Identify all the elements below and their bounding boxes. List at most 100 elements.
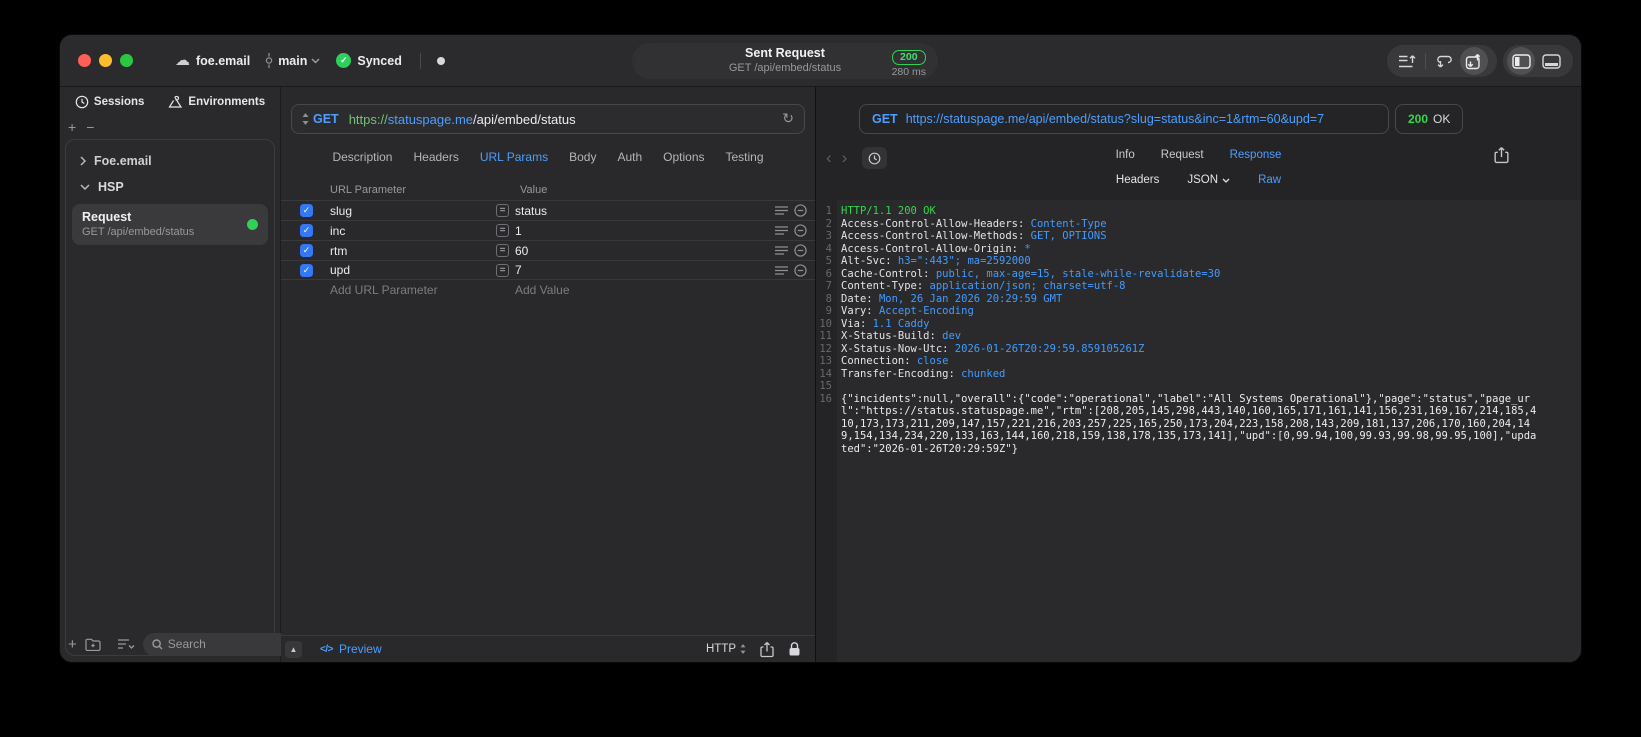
param-checkbox[interactable]: ✓: [300, 224, 313, 237]
tab-auth[interactable]: Auth: [617, 150, 642, 164]
request-footer: ▲ </> Preview HTTP: [281, 635, 815, 662]
list-arrow-up-icon: [1398, 54, 1415, 67]
minimize-button[interactable]: [99, 54, 112, 67]
tab-request[interactable]: Request: [1161, 149, 1204, 161]
add-session-button[interactable]: +: [68, 119, 76, 135]
close-button[interactable]: [78, 54, 91, 67]
toggle-sidebar-button[interactable]: [1507, 47, 1535, 75]
protocol-selector[interactable]: HTTP: [706, 643, 746, 655]
tab-url-params[interactable]: URL Params: [480, 150, 548, 164]
desktop: ☁ foe.email main ✓ Synced Sent Request G…: [0, 0, 1641, 737]
remove-row-icon[interactable]: [794, 224, 807, 237]
subtab-headers[interactable]: Headers: [1116, 174, 1159, 186]
response-status-text: OK: [1433, 112, 1451, 126]
row-menu-icon[interactable]: [775, 226, 788, 235]
param-row[interactable]: ✓ slug = status: [281, 200, 815, 220]
loop-arrow-down-icon: [1436, 55, 1452, 68]
request-url[interactable]: https://statuspage.me/api/embed/status: [349, 112, 576, 127]
status-code-badge: 200: [892, 50, 926, 65]
share-button[interactable]: [760, 641, 774, 658]
tab-environments[interactable]: Environments: [168, 95, 265, 109]
send-request-button[interactable]: [1460, 47, 1488, 75]
response-line: 7 Content-Type: application/json; charset…: [816, 280, 1581, 293]
project-name[interactable]: foe.email: [196, 54, 250, 68]
tab-headers[interactable]: Headers: [413, 150, 458, 164]
app-window: ☁ foe.email main ✓ Synced Sent Request G…: [60, 35, 1581, 662]
resend-icon[interactable]: ↻: [782, 111, 794, 127]
remove-row-icon[interactable]: [794, 204, 807, 217]
up-down-stepper-icon: [740, 644, 746, 654]
param-name[interactable]: inc: [330, 224, 345, 238]
param-checkbox[interactable]: ✓: [300, 263, 313, 277]
remove-row-icon[interactable]: [794, 263, 807, 277]
request-duration: 280 ms: [891, 66, 926, 78]
sync-status[interactable]: ✓ Synced: [336, 53, 402, 68]
subtab-json[interactable]: JSON: [1187, 174, 1230, 186]
search-icon: [152, 638, 163, 649]
collapse-panel-button[interactable]: ▲: [285, 640, 302, 658]
sidebar-request-item[interactable]: Request GET /api/embed/status: [72, 204, 268, 245]
param-value[interactable]: 1: [515, 224, 522, 238]
toggle-bottom-panel-button[interactable]: [1537, 47, 1565, 75]
zoom-button[interactable]: [120, 54, 133, 67]
sync-pull-button[interactable]: [1430, 47, 1458, 75]
branch-selector[interactable]: main: [264, 53, 320, 68]
param-value[interactable]: 7: [515, 263, 522, 277]
param-name[interactable]: upd: [330, 263, 350, 277]
remove-session-button[interactable]: −: [86, 119, 94, 135]
sessions-tree: Foe.email HSP Request GET /api/embed/sta…: [66, 148, 274, 245]
sort-filter-button[interactable]: [117, 638, 135, 650]
response-line: 1 HTTP/1.1 200 OK: [816, 205, 1581, 218]
line-number: 16: [819, 392, 832, 405]
new-group-button[interactable]: [85, 638, 101, 651]
tree-group-hsp[interactable]: HSP: [66, 174, 274, 200]
row-menu-icon[interactable]: [775, 246, 788, 255]
response-line: 12 X-Status-Now-Utc: 2026-01-26T20:29:59.…: [816, 343, 1581, 356]
param-name[interactable]: slug: [330, 204, 352, 218]
request-summary-pill[interactable]: Sent Request GET /api/embed/status 200 2…: [632, 43, 938, 79]
preview-button[interactable]: </> Preview: [320, 642, 382, 656]
param-row[interactable]: ✓ inc = 1: [281, 220, 815, 240]
url-params-table: URL Parameter Value ✓ slug = status ✓ in…: [281, 180, 815, 300]
tree-group-foe-email[interactable]: Foe.email: [66, 148, 274, 174]
tab-body[interactable]: Body: [569, 150, 596, 164]
request-url-bar[interactable]: GET https://statuspage.me/api/embed/stat…: [291, 104, 805, 134]
subtab-raw[interactable]: Raw: [1258, 174, 1281, 186]
export-button[interactable]: [1494, 146, 1509, 164]
sent-url: https://statuspage.me/api/embed/status?s…: [905, 112, 1325, 126]
request-queue-button[interactable]: [1393, 47, 1421, 75]
response-raw-view[interactable]: 1 HTTP/1.1 200 OK 2 Access-Control-Allow-He…: [816, 200, 1581, 662]
new-request-button[interactable]: +: [68, 636, 77, 653]
tab-description[interactable]: Description: [332, 150, 392, 164]
response-line: 9 Vary: Accept-Encoding: [816, 305, 1581, 318]
response-line: 2 Access-Control-Allow-Headers: Content-T…: [816, 218, 1581, 231]
lock-button[interactable]: [788, 641, 801, 657]
add-parameter-placeholder[interactable]: Add URL Parameter: [330, 283, 438, 297]
param-checkbox[interactable]: ✓: [300, 204, 313, 217]
sent-request-url-box[interactable]: GET https://statuspage.me/api/embed/stat…: [859, 104, 1389, 134]
param-name[interactable]: rtm: [330, 244, 347, 258]
remove-row-icon[interactable]: [794, 244, 807, 257]
chevron-down-icon: [1222, 178, 1230, 183]
tab-info[interactable]: Info: [1116, 149, 1135, 161]
param-checkbox[interactable]: ✓: [300, 244, 313, 257]
row-menu-icon[interactable]: [775, 206, 788, 215]
unsaved-dot-icon: [436, 56, 445, 65]
summary-subtitle: GET /api/embed/status: [728, 61, 842, 74]
add-value-placeholder[interactable]: Add Value: [515, 283, 570, 297]
param-value[interactable]: status: [515, 204, 547, 218]
list-filter-icon: [117, 639, 135, 649]
param-row[interactable]: ✓ rtm = 60: [281, 240, 815, 260]
method-stepper[interactable]: [302, 113, 309, 125]
tab-sessions[interactable]: Sessions: [75, 95, 144, 109]
line-number: 13: [819, 355, 832, 367]
row-menu-icon[interactable]: [775, 265, 788, 275]
tab-testing[interactable]: Testing: [726, 150, 764, 164]
tab-options[interactable]: Options: [663, 150, 704, 164]
add-param-row[interactable]: Add URL Parameter Add Value: [281, 280, 815, 300]
sidebar: Sessions Environments + − Foe.email HSP …: [60, 87, 332, 662]
tab-response[interactable]: Response: [1230, 149, 1282, 161]
param-value[interactable]: 60: [515, 244, 528, 258]
preview-label: Preview: [338, 642, 382, 656]
param-row[interactable]: ✓ upd = 7: [281, 260, 815, 280]
